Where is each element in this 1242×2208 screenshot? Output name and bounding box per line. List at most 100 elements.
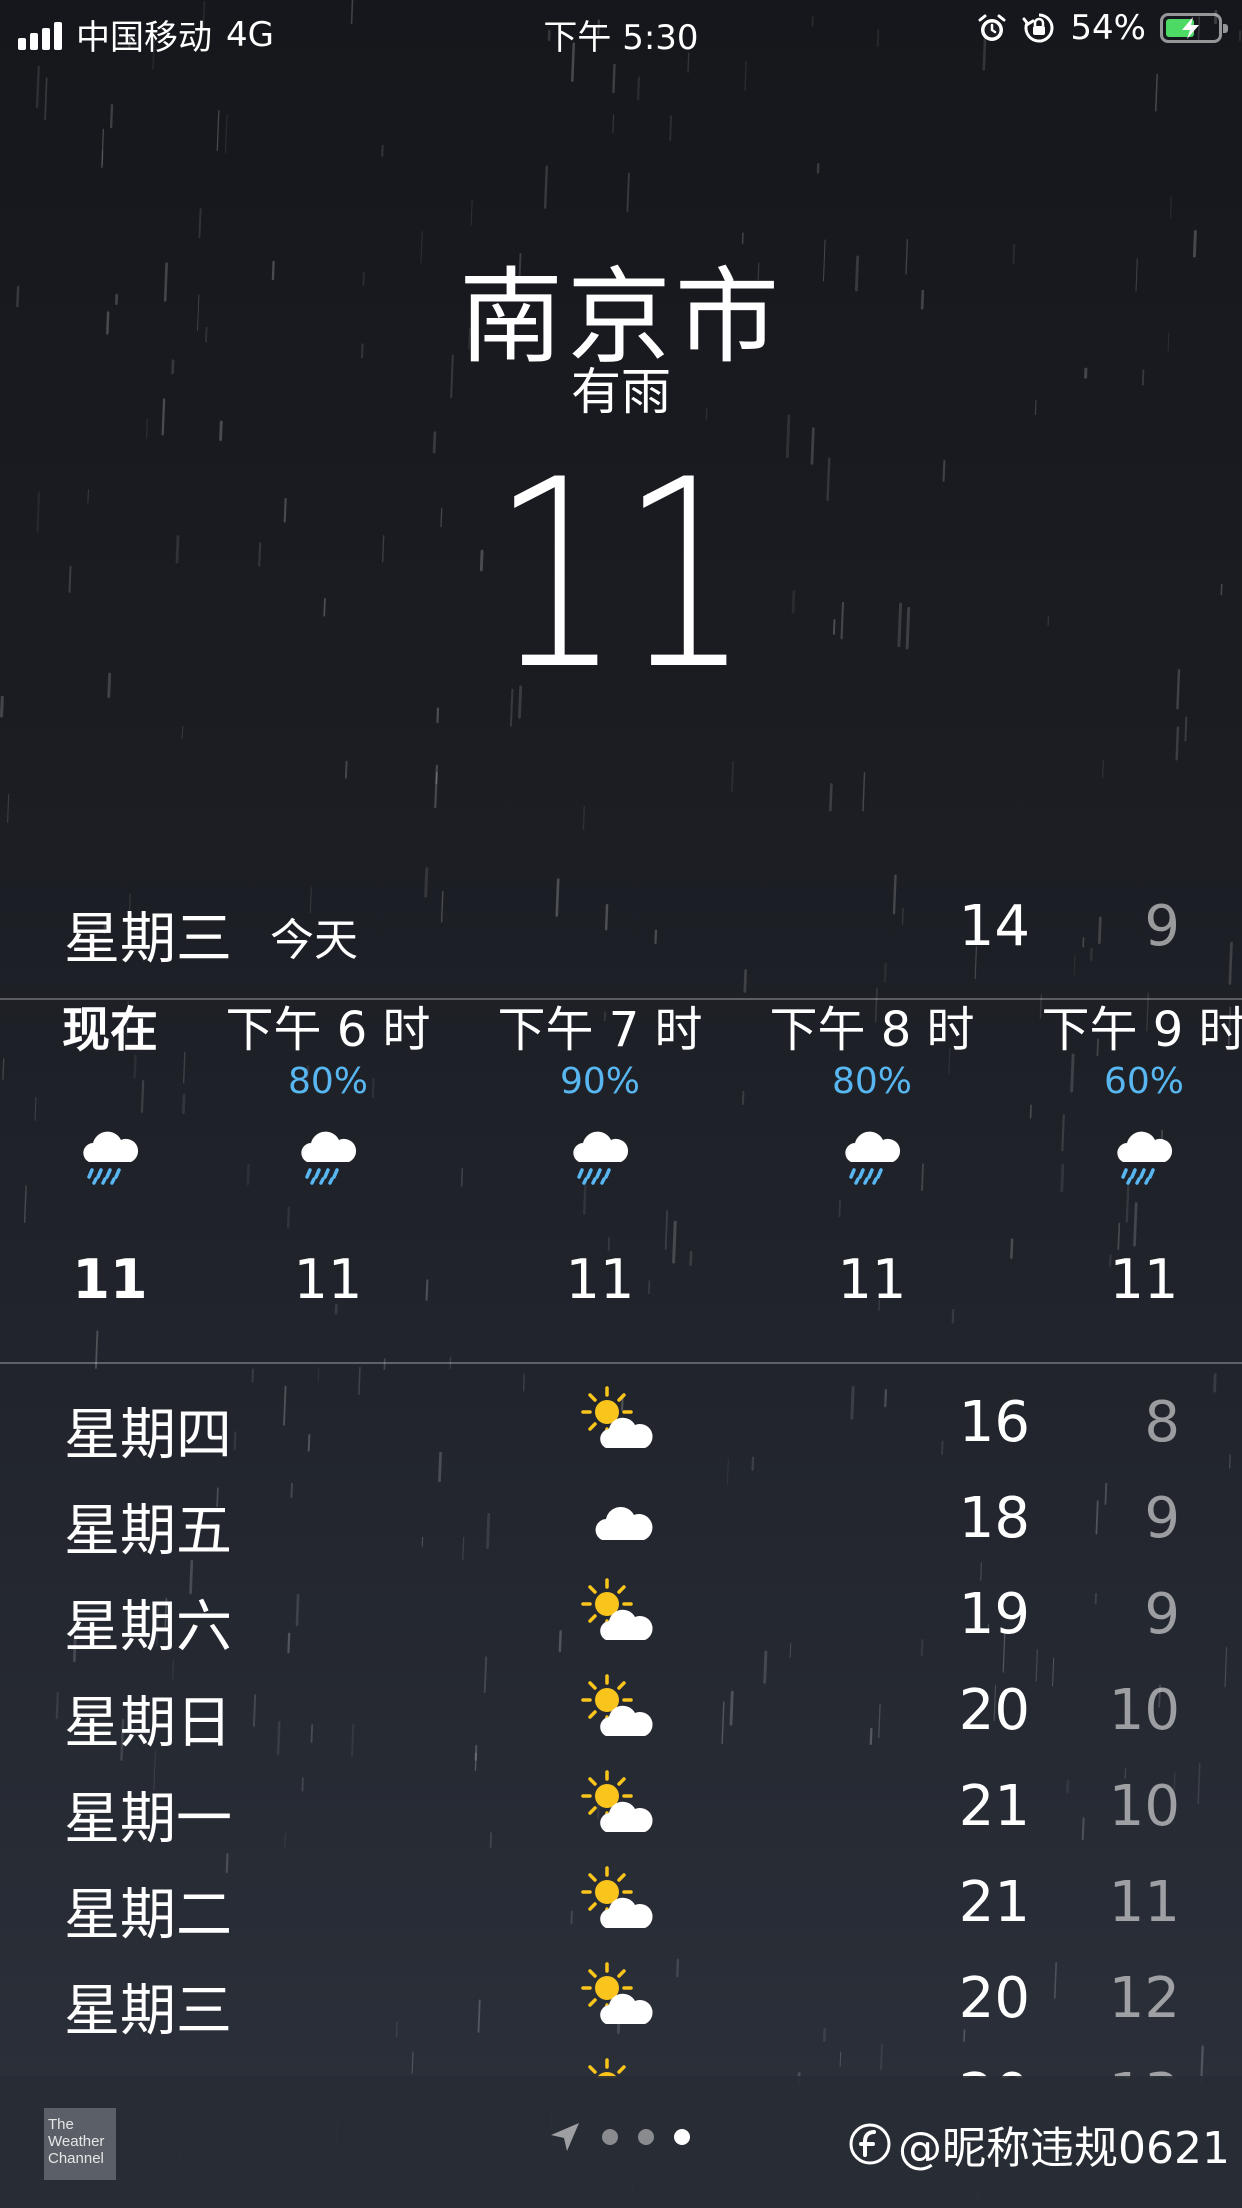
day-high: 20	[958, 1678, 1030, 1743]
rain-streak	[434, 764, 439, 809]
hour-temp: 11	[72, 1248, 148, 1311]
hour-temp: 11	[1109, 1248, 1179, 1311]
location-arrow-icon[interactable]	[548, 2120, 582, 2154]
rain-streak	[87, 489, 89, 504]
daily-row: 星期二 21 11	[0, 1856, 1242, 1952]
rain-streak	[1176, 669, 1181, 710]
rain-streak	[1169, 196, 1172, 218]
hour-precip-chance: 90%	[559, 1061, 640, 1102]
day-name: 星期二	[64, 1883, 232, 1948]
rain-cloud-icon	[1019, 1122, 1242, 1222]
rain-streak	[582, 805, 586, 830]
today-high: 14	[958, 894, 1030, 959]
rain-streak	[344, 760, 348, 779]
hour-temp: 11	[565, 1248, 635, 1311]
hourly-item: 下午 8 时 80% 11	[747, 1000, 997, 1320]
page-dot[interactable]	[638, 2129, 654, 2145]
rain-streak	[730, 760, 735, 793]
hour-temp: 11	[293, 1248, 363, 1311]
day-low: 11	[1108, 1870, 1180, 1935]
hourly-item: 下午 6 时 80% 11	[203, 1000, 453, 1320]
daily-forecast[interactable]: 星期四 16 8 星期五 18 9 星期六 19 9 星期日 20 10 星期一…	[0, 1376, 1242, 2078]
daily-row: 星期六 19 9	[0, 1568, 1242, 1664]
partly-sunny-icon	[580, 1578, 660, 1648]
daily-row: 星期五 18 9	[0, 1472, 1242, 1568]
rain-cloud-icon	[203, 1122, 453, 1222]
hour-time: 下午 7 时	[497, 1002, 703, 1058]
today-summary: 星期三 今天 14 9	[0, 882, 1242, 972]
day-low: 8	[1144, 1390, 1180, 1455]
day-high: 19	[958, 1582, 1030, 1647]
page-indicator[interactable]	[548, 2120, 690, 2154]
hour-temp: 11	[837, 1248, 907, 1311]
hour-precip-chance: 80%	[831, 1061, 912, 1102]
rain-streak	[224, 114, 228, 154]
rotation-lock-icon	[1022, 13, 1054, 43]
watermark: @昵称违规0621	[848, 2112, 1230, 2176]
day-name: 星期五	[64, 1499, 232, 1564]
day-name: 星期三	[64, 1979, 232, 2044]
hour-precip-chance: 60%	[1103, 1061, 1184, 1102]
weather-channel-logo[interactable]: The Weather Channel	[44, 2108, 116, 2180]
rain-streak	[862, 772, 866, 812]
weibo-logo-icon	[849, 2123, 891, 2165]
rain-streak	[216, 109, 220, 152]
daily-row: 星期四 20 13	[0, 2048, 1242, 2078]
rain-streak	[743, 969, 748, 993]
hourly-item: 下午 7 时 90% 11	[475, 1000, 725, 1320]
hour-time: 下午 9 时	[1041, 1002, 1242, 1058]
weather-screen: 中国移动 4G 下午 5:30 54% 南京市 有雨 11 星期三 今天 14 …	[0, 0, 1242, 2208]
rain-streak	[883, 962, 887, 983]
rain-streak	[829, 783, 833, 812]
rain-cloud-icon	[0, 1122, 235, 1222]
watermark-text: @昵称违规0621	[898, 2123, 1230, 2174]
rain-streak	[612, 63, 616, 94]
battery-percent: 54%	[1070, 8, 1146, 48]
cloud-icon	[580, 1482, 660, 1552]
today-label: 今天	[270, 915, 358, 966]
partly-sunny-icon	[580, 1866, 660, 1936]
status-right: 54%	[976, 8, 1228, 48]
rain-streak	[1184, 716, 1188, 742]
rain-streak	[636, 76, 641, 101]
today-day: 星期三	[64, 907, 232, 972]
rain-streak	[6, 793, 10, 823]
rain-streak	[626, 172, 630, 213]
rain-streak	[101, 128, 104, 169]
daily-row: 星期四 16 8	[0, 1376, 1242, 1472]
partly-sunny-icon	[580, 1962, 660, 2032]
day-name: 星期六	[64, 1595, 232, 1660]
partly-sunny-icon	[580, 2058, 660, 2078]
current-temperature: 11	[491, 425, 751, 727]
page-dot[interactable]	[602, 2129, 618, 2145]
rain-streak	[36, 491, 41, 533]
daily-row: 星期一 21 10	[0, 1760, 1242, 1856]
hourly-item: 下午 9 时 60% 11	[1019, 1000, 1242, 1320]
rain-streak	[109, 104, 114, 129]
hour-precip-chance	[0, 1060, 235, 1104]
day-low: 10	[1108, 1774, 1180, 1839]
rain-streak	[470, 199, 473, 226]
hourly-forecast[interactable]: 现在 11 下午 6 时 80% 11 下午 7 时 90% 11 下午 8 时…	[0, 1000, 1242, 1360]
status-bar: 中国移动 4G 下午 5:30 54%	[0, 0, 1242, 60]
rain-streak	[612, 114, 615, 133]
weather-channel-logo-text: The Weather Channel	[48, 2116, 105, 2167]
rain-cloud-icon	[747, 1122, 997, 1222]
rain-streak	[544, 165, 548, 209]
daily-row: 星期三 20 12	[0, 1952, 1242, 2048]
rain-streak	[0, 695, 4, 718]
rain-streak	[101, 150, 104, 166]
day-low: 9	[1144, 1486, 1180, 1551]
rain-streak	[107, 672, 112, 699]
page-dot-active[interactable]	[674, 2129, 690, 2145]
day-low: 9	[1144, 1582, 1180, 1647]
alarm-icon	[978, 14, 1006, 41]
partly-sunny-icon	[580, 1386, 660, 1456]
divider-bottom	[0, 1362, 1242, 1364]
rain-cloud-icon	[475, 1122, 725, 1222]
day-high: 16	[958, 1390, 1030, 1455]
day-high: 20	[958, 1966, 1030, 2031]
rain-streak	[219, 420, 223, 442]
day-name: 星期日	[64, 1691, 232, 1756]
rain-streak	[1155, 73, 1158, 112]
